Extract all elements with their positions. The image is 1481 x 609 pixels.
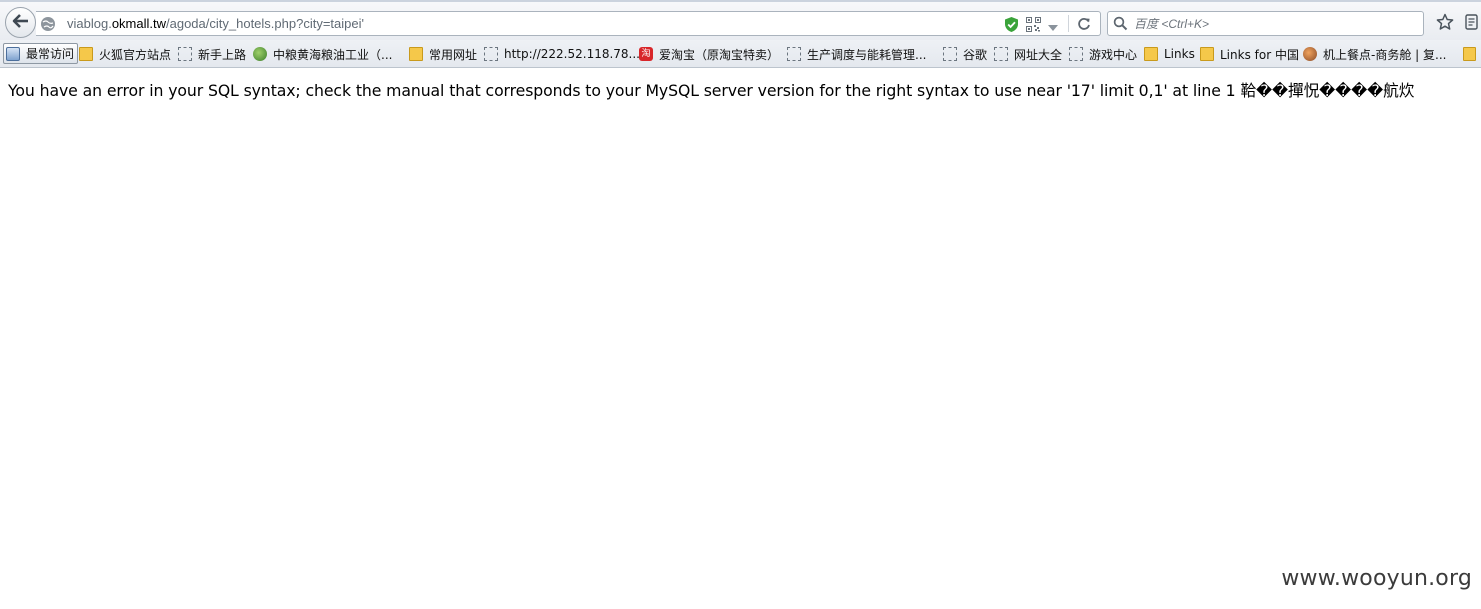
- bookmark-label: 火狐官方站点: [99, 47, 172, 62]
- page-icon: [1069, 47, 1083, 61]
- folder-icon: [1200, 47, 1214, 61]
- bookmark-label: Links: [1164, 47, 1195, 61]
- navigation-toolbar: viablog.okmall.tw/agoda/city_hotels.php?…: [0, 0, 1481, 40]
- search-input[interactable]: [1134, 14, 1418, 33]
- back-arrow-icon: [12, 13, 30, 33]
- folder-icon: [409, 47, 423, 61]
- bookmark-label: 爱淘宝（原淘宝特卖）: [659, 47, 780, 62]
- toolbar-separator: [1068, 15, 1069, 32]
- chevron-down-icon[interactable]: [1047, 18, 1059, 37]
- bookmark-item[interactable]: 谷歌: [943, 44, 987, 64]
- bookmark-label: 生产调度与能耗管理...: [807, 47, 927, 62]
- bookmark-item[interactable]: Links for 中国: [1200, 44, 1299, 64]
- bookmark-item[interactable]: 淘 爱淘宝（原淘宝特卖）: [639, 44, 779, 64]
- bookmarks-toolbar: 最常访问 火狐官方站点 新手上路 中粮黄海粮油工业（... 常用网址 http:…: [0, 40, 1481, 68]
- qr-code-icon[interactable]: [1026, 17, 1041, 36]
- sql-error-message: You have an error in your SQL syntax; ch…: [8, 81, 1415, 100]
- page-icon: [787, 47, 801, 61]
- leaf-icon: [253, 47, 267, 61]
- bookmark-label: Links for 中国: [1220, 47, 1299, 62]
- folder-icon: [1144, 47, 1158, 61]
- bookmark-item[interactable]: 中粮黄海粮油工业（...: [253, 44, 392, 64]
- search-icon: [1113, 16, 1128, 35]
- bookmark-label: http://222.52.118.78...: [504, 47, 640, 61]
- page-icon: [994, 47, 1008, 61]
- bookmark-item[interactable]: http://222.52.118.78...: [484, 44, 640, 64]
- bookmark-item[interactable]: 火狐官方站点: [79, 44, 171, 64]
- page-icon: [484, 47, 498, 61]
- bookmark-label: 机上餐点-商务舱 | 复...: [1323, 47, 1447, 62]
- bookmark-item[interactable]: 新手上路: [178, 44, 246, 64]
- bookmark-label: 中粮黄海粮油工业（...: [273, 47, 393, 62]
- bookmark-item[interactable]: 机上餐点-商务舱 | 复...: [1303, 44, 1446, 64]
- bookmark-item[interactable]: 常用网址: [409, 44, 477, 64]
- bookmarks-overflow-folder-icon[interactable]: [1463, 47, 1476, 61]
- bookmark-label: 最常访问: [26, 47, 75, 61]
- bookmark-most-visited[interactable]: 最常访问: [3, 43, 79, 64]
- bookmark-item[interactable]: 网址大全: [994, 44, 1062, 64]
- bookmark-label: 网址大全: [1014, 47, 1063, 62]
- globe-icon[interactable]: [40, 16, 56, 36]
- app-icon: [6, 46, 20, 61]
- watermark: www.wooyun.org: [1281, 566, 1472, 591]
- page-icon: [943, 47, 957, 61]
- url-host: okmall.tw: [111, 16, 166, 31]
- address-bar[interactable]: viablog.okmall.tw/agoda/city_hotels.php?…: [36, 11, 1101, 36]
- bookmark-label: 常用网址: [429, 47, 478, 62]
- bookmark-label: 新手上路: [198, 47, 247, 62]
- url-prefix: viablog.: [67, 16, 112, 31]
- bookmark-item[interactable]: 游戏中心: [1069, 44, 1137, 64]
- star-icon[interactable]: [1436, 13, 1454, 35]
- url-path: /agoda/city_hotels.php?city=taipei': [166, 16, 364, 31]
- bird-icon: [1303, 47, 1317, 61]
- shield-check-icon[interactable]: [1004, 16, 1019, 37]
- bookmark-label: 谷歌: [963, 47, 988, 62]
- back-button[interactable]: [5, 7, 36, 38]
- bookmark-item[interactable]: 生产调度与能耗管理...: [787, 44, 926, 64]
- page-icon: [178, 47, 192, 61]
- search-bar[interactable]: [1107, 11, 1424, 36]
- bookmark-item[interactable]: Links: [1144, 44, 1195, 64]
- reload-icon[interactable]: [1076, 16, 1092, 36]
- taobao-icon: 淘: [639, 47, 653, 61]
- menu-icon[interactable]: [1465, 14, 1479, 34]
- bookmark-label: 游戏中心: [1089, 47, 1138, 62]
- folder-icon: [79, 47, 93, 61]
- url-text[interactable]: viablog.okmall.tw/agoda/city_hotels.php?…: [67, 16, 364, 31]
